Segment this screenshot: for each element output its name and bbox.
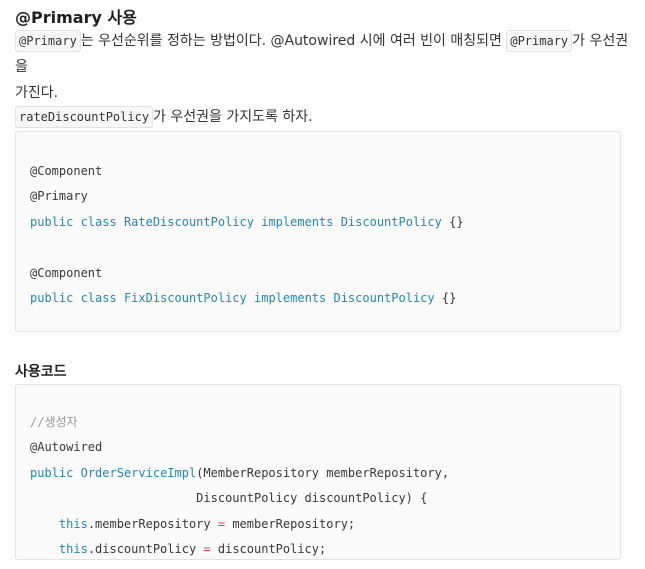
- code-keyword: implements: [261, 214, 334, 229]
- code-operator: =: [217, 516, 226, 531]
- code-constructor-name: OrderServiceImpl: [80, 465, 197, 480]
- code-block-usage: //생성자 @Autowired public OrderServiceImpl(M…: [15, 384, 621, 560]
- inline-code-primary: @Primary: [15, 30, 81, 52]
- code-line: @Autowired: [30, 435, 620, 460]
- code-annotation: @Primary: [30, 189, 88, 204]
- section-heading-primary: @Primary 사용: [15, 8, 137, 27]
- primary-description-paragraph: @Primary 는 우선순위를 정하는 방법이다. @Autowired 시에 …: [15, 28, 630, 106]
- code-interface-name: DiscountPolicy: [333, 290, 435, 305]
- code-operator: =: [203, 541, 211, 556]
- code-keyword: public: [30, 465, 74, 480]
- code-line: public class RateDiscountPolicy implemen…: [30, 210, 620, 235]
- code-text: {}: [441, 290, 457, 305]
- paragraph-text: 는 우선순위를 정하는 방법이다. @Autowired 시에 여러 빈이 매칭…: [80, 33, 502, 49]
- code-interface-name: DiscountPolicy: [340, 214, 442, 229]
- code-text: {}: [449, 214, 464, 229]
- code-comment: //생성자: [30, 415, 78, 429]
- code-line: @Primary: [30, 184, 620, 209]
- code-annotation: @Autowired: [30, 440, 103, 455]
- paragraph-text: 가 우선권을 가지도록 하자.: [153, 109, 313, 125]
- code-text: memberRepository;: [225, 516, 356, 531]
- code-keyword: implements: [254, 290, 327, 305]
- code-class-name: RateDiscountPolicy: [123, 214, 254, 229]
- code-line: public class FixDiscountPolicy implement…: [30, 286, 620, 311]
- code-keyword: public class: [30, 290, 117, 305]
- code-text: .memberRepository: [87, 516, 218, 531]
- code-annotation: @Component: [30, 265, 103, 280]
- section-heading-usage: 사용코드: [15, 364, 67, 380]
- paragraph-text: 가진다.: [15, 85, 59, 101]
- code-line: public OrderServiceImpl(MemberRepository…: [30, 461, 620, 486]
- code-class-name: FixDiscountPolicy: [123, 290, 247, 305]
- code-line: //생성자: [30, 410, 620, 435]
- code-text: DiscountPolicy discountPolicy) {: [30, 491, 428, 506]
- code-line: DiscountPolicy discountPolicy) {: [30, 486, 620, 511]
- code-line: this.discountPolicy = discountPolicy;: [30, 537, 620, 559]
- code-keyword: this: [58, 516, 88, 531]
- code-keyword: public class: [30, 214, 117, 229]
- code-text: (MemberRepository memberRepository,: [196, 465, 450, 480]
- code-line: @Component: [30, 261, 620, 286]
- rate-policy-paragraph: rateDiscountPolicy 가 우선권을 가지도록 하자.: [15, 104, 630, 130]
- code-text: discountPolicy;: [210, 541, 327, 556]
- inline-code-rate-discount-policy: rateDiscountPolicy: [15, 106, 154, 128]
- code-text: .discountPolicy: [87, 541, 204, 556]
- inline-code-primary: @Primary: [506, 30, 573, 52]
- code-line: this.memberRepository = memberRepository…: [30, 512, 620, 537]
- code-line: @Component: [30, 159, 620, 184]
- code-block-component-definitions: @Component @Primary public class RateDisco…: [15, 131, 621, 332]
- code-keyword: this: [58, 541, 88, 556]
- code-annotation: @Component: [30, 164, 103, 178]
